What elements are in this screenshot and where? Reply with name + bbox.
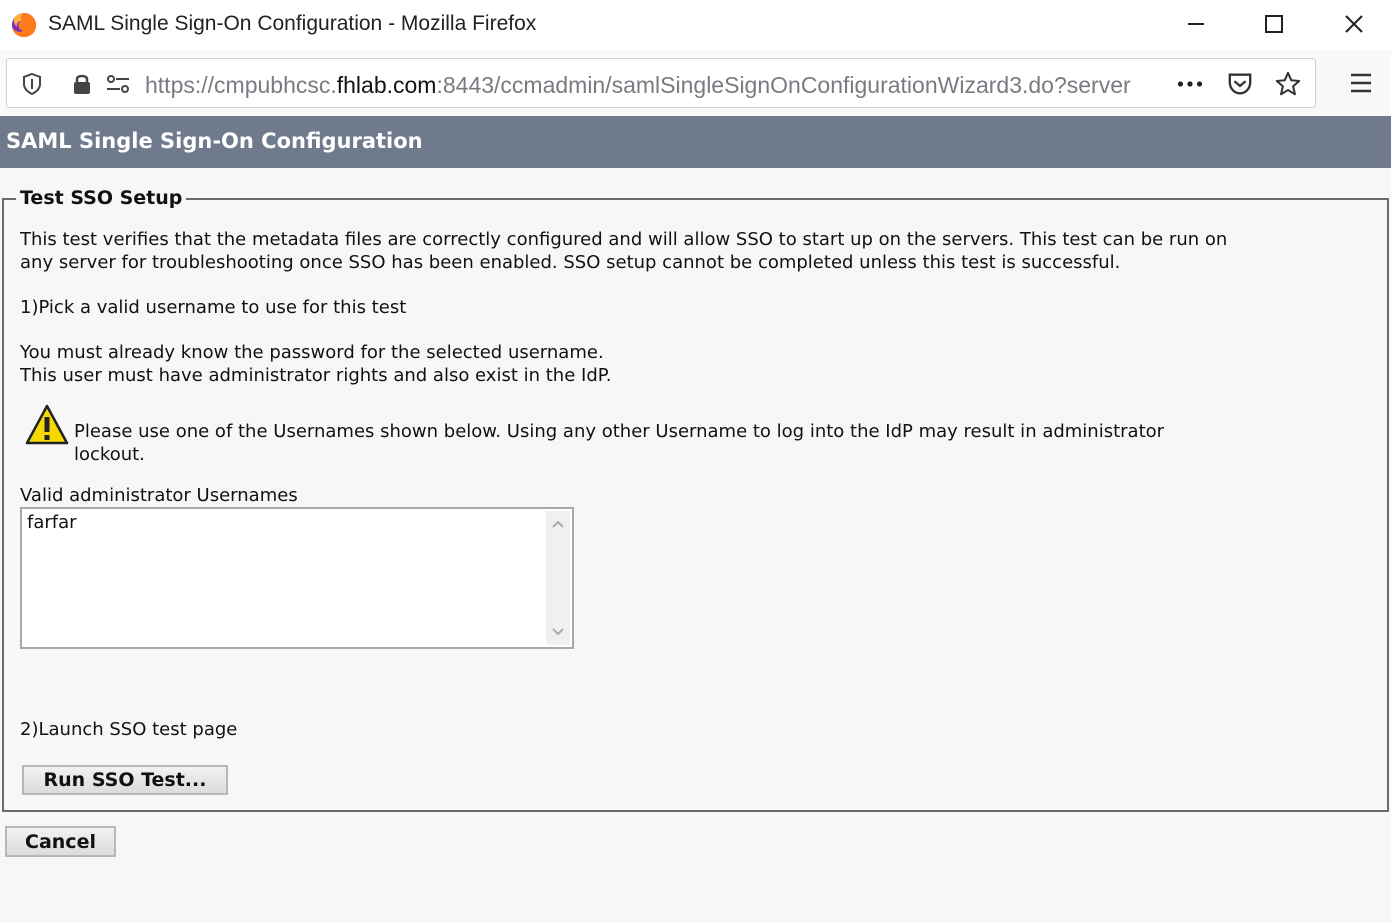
run-sso-test-button[interactable]: Run SSO Test... [22,765,228,795]
permissions-icon[interactable] [105,71,131,97]
lock-icon[interactable] [69,71,95,97]
usernames-label: Valid administrator Usernames [20,485,298,506]
minimize-icon[interactable] [1176,6,1216,42]
list-item[interactable]: farfar [27,512,77,533]
firefox-logo-icon [12,13,37,37]
url-suffix: :8443/ccmadmin/samlSingleSignOnConfigura… [436,72,1131,98]
scroll-down-arrow-icon[interactable] [546,621,570,643]
maximize-icon[interactable] [1254,6,1294,42]
warning-text-line2: lockout. [74,444,145,465]
hamburger-menu-icon[interactable] [1346,68,1376,98]
intro-text-line2: any server for troubleshooting once SSO … [20,252,1121,273]
note-text-line1: You must already know the password for t… [20,342,604,363]
window-title: SAML Single Sign-On Configuration - Mozi… [48,12,537,35]
note-text-line2: This user must have administrator rights… [20,365,612,386]
cancel-button[interactable]: Cancel [5,826,116,857]
listbox-scrollbar[interactable] [546,511,570,645]
page-header: SAML Single Sign-On Configuration [0,116,1391,168]
page-title: SAML Single Sign-On Configuration [6,129,423,153]
usernames-listbox[interactable]: farfar [20,507,574,649]
intro-text-line1: This test verifies that the metadata fil… [20,229,1228,250]
close-icon[interactable] [1334,6,1374,42]
bookmark-star-icon[interactable] [1275,71,1301,97]
shield-icon[interactable] [19,71,45,97]
url-domain: fhlab.com [336,72,437,98]
url-prefix: https://cmpubhcsc. [145,72,337,98]
step2-text: 2)Launch SSO test page [20,719,238,740]
page-actions-icon[interactable] [1177,71,1203,97]
pocket-icon[interactable] [1227,71,1253,97]
url-bar[interactable]: https://cmpubhcsc.fhlab.com:8443/ccmadmi… [6,58,1316,108]
test-sso-fieldset: Test SSO Setup This test verifies that t… [2,187,1389,812]
step1-text: 1)Pick a valid username to use for this … [20,297,407,318]
navigation-bar: https://cmpubhcsc.fhlab.com:8443/ccmadmi… [0,50,1391,116]
fieldset-legend: Test SSO Setup [16,187,187,209]
scroll-up-arrow-icon[interactable] [546,513,570,535]
window-titlebar: SAML Single Sign-On Configuration - Mozi… [0,0,1391,50]
warning-icon [25,404,69,445]
url-text[interactable]: https://cmpubhcsc.fhlab.com:8443/ccmadmi… [145,72,1169,99]
warning-text-line1: Please use one of the Usernames shown be… [74,421,1165,442]
